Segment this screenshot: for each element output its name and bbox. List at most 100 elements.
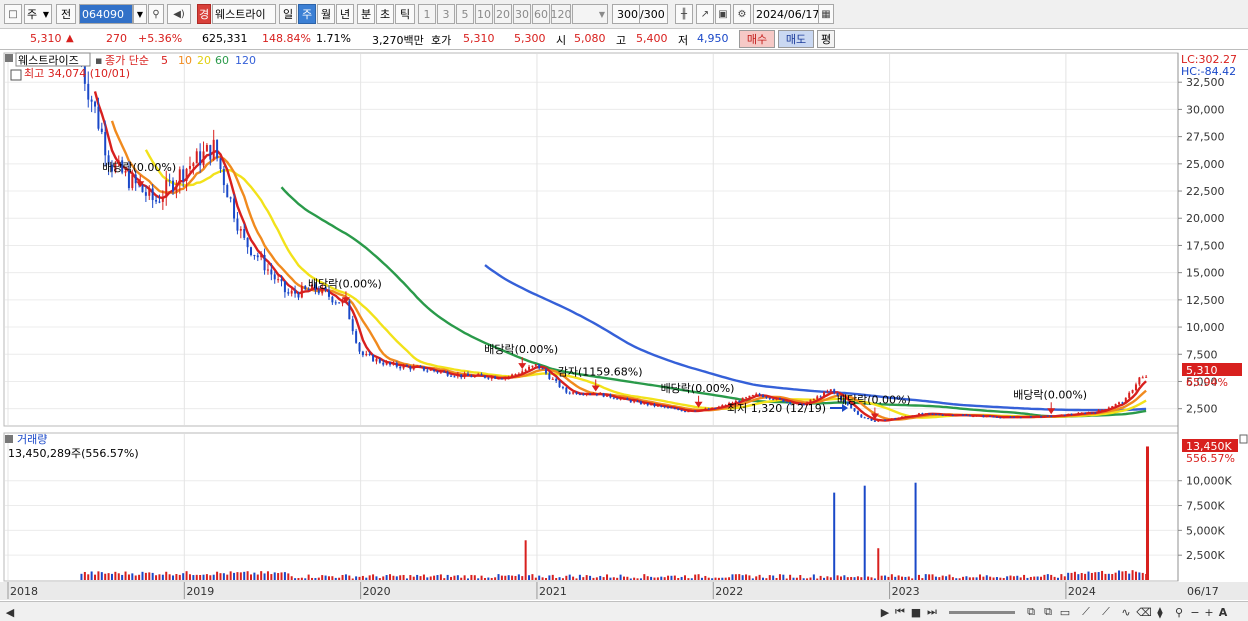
layout-icon[interactable]: ▭ xyxy=(1058,604,1072,620)
forward-icon[interactable]: ⏭ xyxy=(925,604,939,620)
volume-bar xyxy=(1067,572,1070,580)
search-icon[interactable]: ⚲ xyxy=(148,4,164,24)
volume-bar xyxy=(327,576,330,580)
candle-body xyxy=(483,375,486,378)
candle-body xyxy=(1111,406,1114,408)
stop-icon[interactable]: ■ xyxy=(909,604,923,620)
text-tool-icon[interactable]: A xyxy=(1216,604,1230,620)
volume-bar xyxy=(307,574,310,580)
count-input[interactable]: 300 xyxy=(612,4,640,24)
volume-bar xyxy=(575,578,578,580)
interval-5-button[interactable]: 5 xyxy=(456,4,474,24)
volume-bar xyxy=(541,577,544,580)
candle-body xyxy=(521,371,524,374)
candle-body xyxy=(690,410,693,412)
trend-icon[interactable]: ⟋ xyxy=(1097,604,1115,620)
panel-menu-icon[interactable] xyxy=(5,54,13,62)
copy-icon[interactable]: ⧉ xyxy=(1024,604,1038,620)
fibo-icon[interactable]: ∿ xyxy=(1117,604,1135,620)
save-icon[interactable]: ▣ xyxy=(715,4,731,24)
volume-bar xyxy=(626,576,629,580)
candle-body xyxy=(928,413,931,415)
eval-button[interactable]: 평 xyxy=(817,30,835,48)
interval-120-button[interactable]: 120 xyxy=(551,4,571,24)
volume-bar xyxy=(972,577,975,580)
candle-body xyxy=(697,410,700,412)
candle-body xyxy=(426,370,429,372)
scroll-left-icon[interactable]: ◀ xyxy=(4,604,16,620)
period-week-button[interactable]: 주 xyxy=(298,4,316,24)
candle-body xyxy=(199,151,202,166)
interval-10-button[interactable]: 10 xyxy=(475,4,493,24)
volume-bar xyxy=(138,574,141,580)
volume-bar xyxy=(650,576,653,580)
volume-title: 거래량 xyxy=(17,433,47,446)
candle-body xyxy=(270,269,273,275)
volume-bar xyxy=(633,577,636,580)
lock-icon[interactable]: ⧫ xyxy=(1153,604,1167,620)
magnify-icon[interactable]: ⚲ xyxy=(1172,604,1186,620)
volume-bar xyxy=(104,573,107,580)
calendar-icon[interactable]: ▦ xyxy=(818,4,834,24)
volume-bar xyxy=(948,574,951,580)
volume-bar xyxy=(884,575,887,580)
volume-bar xyxy=(185,571,188,580)
period-tick-button[interactable]: 틱 xyxy=(395,4,415,24)
interval-60-button[interactable]: 60 xyxy=(532,4,550,24)
zoom-in-icon[interactable]: + xyxy=(1202,604,1216,620)
volume-bar xyxy=(205,574,208,580)
annotation-label: 배당락(0.00%) xyxy=(1013,388,1087,401)
price-tick-label: 15,000 xyxy=(1186,267,1225,280)
erase-icon[interactable]: ⌫ xyxy=(1136,604,1152,620)
period-day-button[interactable]: 일 xyxy=(279,4,297,24)
buy-button[interactable]: 매수 xyxy=(739,30,775,48)
sell-button[interactable]: 매도 xyxy=(778,30,814,48)
rewind-icon[interactable]: ⏮ xyxy=(893,604,907,620)
interval-custom-select[interactable]: ▼ xyxy=(572,4,608,24)
split-icon[interactable]: ⧉ xyxy=(1041,604,1055,620)
period-minute-button[interactable]: 분 xyxy=(357,4,375,24)
volume-bar xyxy=(839,576,842,580)
volume-bar xyxy=(978,574,981,580)
draw-tool-icon[interactable]: ↗ xyxy=(696,4,714,24)
candle-body xyxy=(711,407,714,410)
candle-body xyxy=(229,197,232,199)
stock-name-field[interactable]: 웨스트라이 xyxy=(212,4,276,24)
candle-type-icon[interactable]: ╫ xyxy=(675,4,693,24)
play-icon[interactable]: ▶ xyxy=(878,604,892,620)
candle-body xyxy=(880,419,883,421)
volume-bar xyxy=(677,578,680,580)
period-year-button[interactable]: 년 xyxy=(336,4,354,24)
date-input[interactable]: 2024/06/17 xyxy=(753,4,819,24)
interval-1-button[interactable]: 1 xyxy=(418,4,436,24)
window-menu-icon[interactable]: □ xyxy=(4,4,22,24)
interval-3-button[interactable]: 3 xyxy=(437,4,455,24)
gear-icon[interactable]: ⚙ xyxy=(733,4,751,24)
period-type-select[interactable]: 주 ▼ xyxy=(24,4,52,24)
interval-30-button[interactable]: 30 xyxy=(513,4,531,24)
audio-icon[interactable]: ◀) xyxy=(167,4,191,24)
period-second-button[interactable]: 초 xyxy=(376,4,394,24)
volume-bar xyxy=(819,575,822,580)
volume-bar xyxy=(290,576,293,580)
panel-close-icon[interactable] xyxy=(1239,434,1248,444)
code-input[interactable]: 064090 xyxy=(79,4,133,24)
zoom-out-icon[interactable]: − xyxy=(1188,604,1202,620)
prev-button[interactable]: 전 xyxy=(56,4,76,24)
ma-legend-prefix: ▪ xyxy=(95,54,102,67)
volume-menu-icon[interactable] xyxy=(5,435,13,443)
candle-body xyxy=(443,371,446,373)
interval-20-button[interactable]: 20 xyxy=(494,4,512,24)
volume-bar xyxy=(799,575,802,580)
table-view-icon[interactable] xyxy=(10,69,22,81)
candle-body xyxy=(856,411,859,415)
code-dropdown-icon[interactable]: ▼ xyxy=(133,4,147,24)
volume-bar xyxy=(87,574,90,580)
period-month-button[interactable]: 월 xyxy=(317,4,335,24)
candle-body xyxy=(660,405,663,407)
bottom-bar: ◀ ▶ ⏮ ■ ⏭ ⧉ ⧉ ▭ ⟋ ⟋ ∿ ⌫ ⧫ ⚲ − + A xyxy=(0,601,1248,621)
draw-line-icon[interactable]: ⟋ xyxy=(1077,604,1095,620)
volume-bar xyxy=(751,578,754,580)
zoom-slider[interactable] xyxy=(947,604,1017,620)
candle-body xyxy=(385,362,388,365)
